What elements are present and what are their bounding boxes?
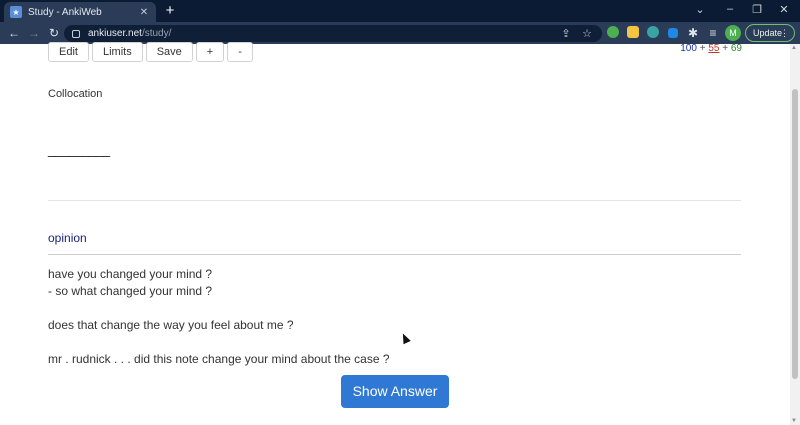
count-sep: + — [722, 43, 729, 54]
divider — [48, 200, 741, 201]
tab-search-icon[interactable]: ⌄ — [692, 3, 708, 16]
tab-bar: ★ Study - AnkiWeb ✕ + ⌄ – ❐ ✕ — [0, 0, 800, 22]
minimize-icon[interactable]: – — [722, 3, 738, 15]
study-page: Edit Limits Save + - 100 + 55 + 69 Collo… — [0, 42, 790, 425]
divider — [48, 254, 741, 255]
reading-list-icon[interactable]: ≡ — [705, 25, 721, 41]
browser-toolbar: ← → ↻ ankiuser.net/study/ ⇪ ☆ ✱ ≡ M Upda… — [0, 22, 800, 44]
card-type-label: Collocation — [48, 88, 103, 100]
card-toolbar: Edit Limits Save + - — [48, 42, 253, 62]
update-button[interactable]: Update ⋮ — [745, 24, 795, 42]
card-word: opinion — [48, 231, 87, 245]
example-sentence: have you changed your mind ? — [48, 267, 213, 281]
review-count: 69 — [730, 43, 742, 54]
url-host: ankiuser.net — [88, 28, 142, 39]
extension-green-icon[interactable] — [607, 26, 619, 38]
page-scrollbar[interactable]: ▲ ▼ — [790, 44, 800, 425]
restore-icon[interactable]: ❐ — [749, 3, 765, 16]
limits-button[interactable]: Limits — [91, 42, 143, 62]
address-bar[interactable]: ankiuser.net/study/ ⇪ ☆ — [64, 25, 602, 42]
scroll-down-icon[interactable]: ▼ — [791, 418, 797, 424]
new-count: 100 — [680, 43, 697, 54]
scroll-up-icon[interactable]: ▲ — [791, 45, 797, 51]
save-button[interactable]: Save — [145, 42, 193, 62]
close-window-icon[interactable]: ✕ — [776, 3, 792, 16]
menu-dots-icon: ⋮ — [780, 28, 789, 38]
close-tab-icon[interactable]: ✕ — [138, 7, 150, 18]
show-answer-button[interactable]: Show Answer — [341, 375, 449, 408]
lock-icon — [72, 29, 80, 38]
due-counts: 100 + 55 + 69 — [680, 43, 742, 54]
cloze-blank: _________ — [48, 141, 110, 157]
scroll-thumb[interactable] — [792, 89, 798, 379]
example-sentence: mr . rudnick . . . did this note change … — [48, 352, 390, 366]
extensions-puzzle-icon[interactable]: ✱ — [685, 25, 701, 41]
example-sentence: does that change the way you feel about … — [48, 318, 294, 332]
zoom-in-button[interactable]: + — [195, 42, 225, 62]
zoom-out-button[interactable]: - — [227, 42, 253, 62]
anki-favicon-icon: ★ — [10, 6, 22, 18]
url-path: /study/ — [141, 28, 172, 39]
profile-avatar[interactable]: M — [725, 25, 741, 41]
example-sentence: - so what changed your mind ? — [48, 284, 213, 298]
bookmark-star-icon[interactable]: ☆ — [580, 27, 594, 40]
share-icon[interactable]: ⇪ — [559, 27, 573, 40]
count-sep: + — [699, 43, 706, 54]
forward-icon[interactable]: → — [26, 25, 42, 41]
back-icon[interactable]: ← — [6, 25, 22, 41]
tab-ankiweb[interactable]: ★ Study - AnkiWeb ✕ — [4, 2, 156, 22]
extension-notes-icon[interactable] — [627, 26, 639, 38]
update-label: Update — [753, 28, 783, 38]
new-tab-button[interactable]: + — [162, 3, 178, 19]
extension-blue-icon[interactable] — [668, 28, 678, 38]
extension-grammar-icon[interactable] — [647, 26, 659, 38]
edit-button[interactable]: Edit — [48, 42, 89, 62]
learning-count: 55 — [708, 43, 720, 54]
reload-icon[interactable]: ↻ — [46, 25, 62, 41]
tab-title: Study - AnkiWeb — [28, 6, 102, 18]
